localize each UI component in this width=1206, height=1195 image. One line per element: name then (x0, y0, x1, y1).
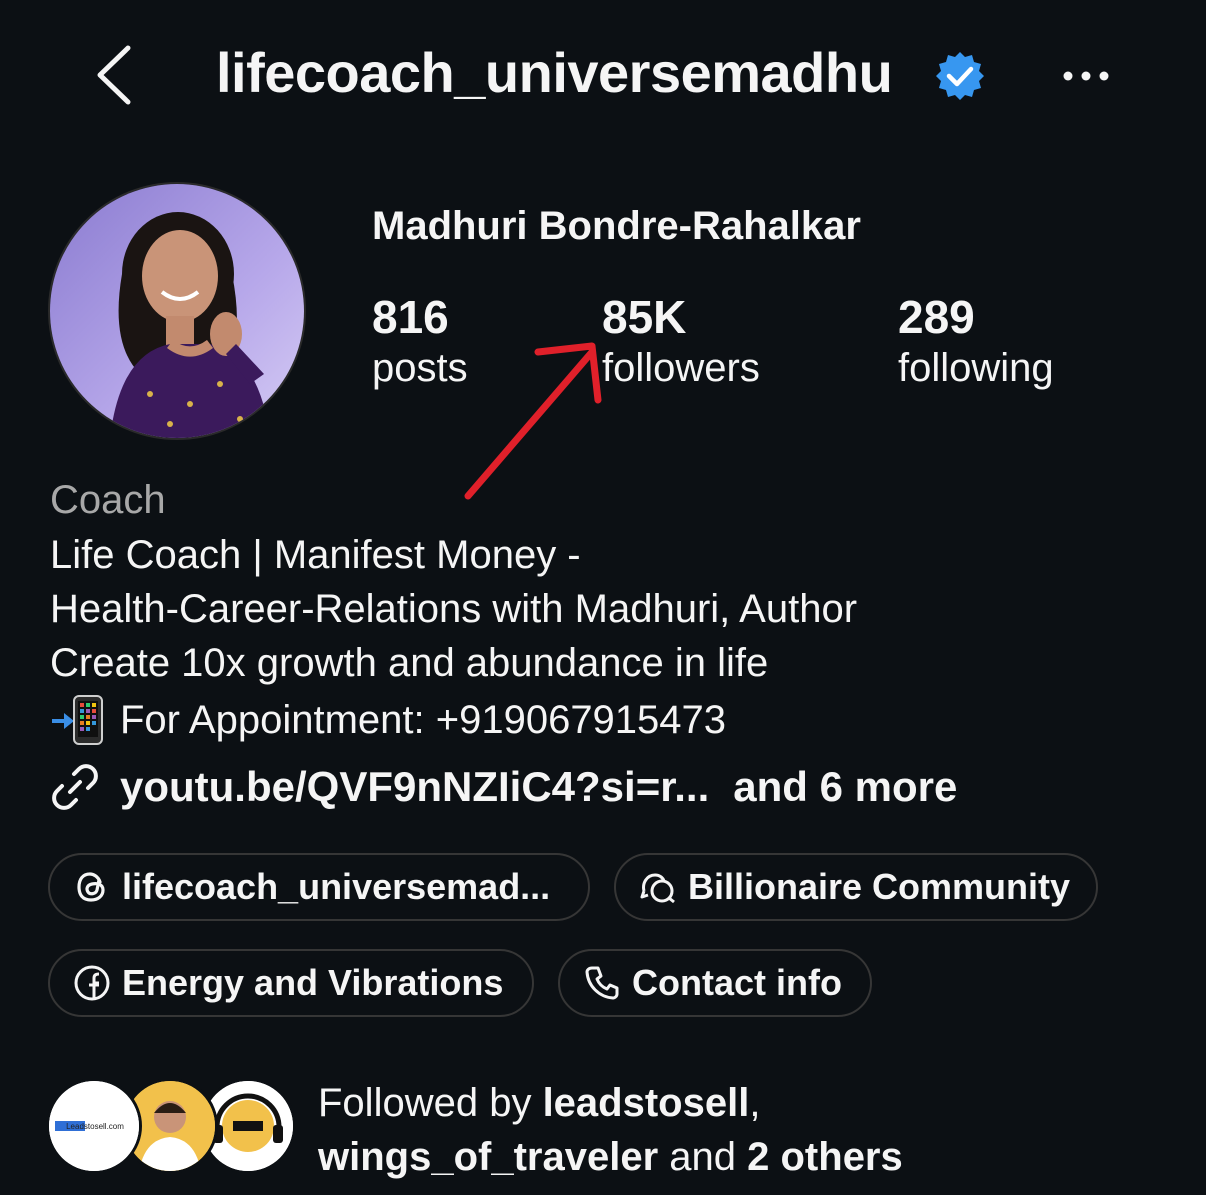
red-arrow-annotation-icon (464, 342, 602, 500)
verified-badge-icon (936, 52, 984, 100)
profile-link[interactable]: youtu.be/QVF9nNZIiC4?si=r... and 6 more (48, 760, 957, 814)
bio-line: Create 10x growth and abundance in life (50, 641, 769, 685)
facebook-icon (74, 965, 110, 1001)
facebook-chip[interactable]: Energy and Vibrations (48, 949, 534, 1017)
follower-name[interactable]: leadstosell (543, 1081, 750, 1125)
threads-chip-label: lifecoach_universemad... (122, 866, 551, 907)
follower-name[interactable]: wings_of_traveler (318, 1135, 658, 1179)
profile-avatar[interactable] (48, 182, 306, 440)
community-chat-icon (640, 873, 675, 904)
stat-posts-count: 816 (372, 291, 449, 343)
more-horizontal-icon[interactable] (1058, 58, 1114, 94)
bio-line: Life Coach | Manifest Money - (50, 533, 581, 577)
threads-icon (77, 872, 105, 902)
link-icon (52, 764, 98, 810)
appointment-text: For Appointment: +919067915473 (120, 697, 727, 742)
followed-by-separator: , (749, 1081, 761, 1125)
link-more[interactable]: and 6 more (733, 763, 957, 811)
leadstosell-logo-text: Leadstosell.com (66, 1122, 124, 1131)
contact-info-chip-label: Contact info (632, 962, 842, 1003)
profile-display-name: Madhuri Bondre-Rahalkar (372, 204, 861, 248)
threads-chip[interactable]: lifecoach_universemad... (48, 853, 590, 921)
followed-by-and: and (669, 1135, 737, 1179)
stat-following[interactable]: 289 following (898, 290, 1054, 391)
followed-by-others[interactable]: 2 others (747, 1135, 903, 1179)
chevron-left-icon[interactable] (92, 42, 136, 108)
mobile-phone-arrow-icon (52, 695, 103, 745)
stat-posts-label: posts (372, 346, 468, 390)
followed-by-text[interactable]: Followed by leadstosell, wings_of_travel… (318, 1076, 903, 1184)
stat-following-label: following (898, 346, 1054, 390)
link-url[interactable]: youtu.be/QVF9nNZIiC4?si=r... (120, 763, 709, 811)
bio-line-appointment: For Appointment: +919067915473 (50, 695, 726, 745)
follower-avatar[interactable]: Leadstosell.com (46, 1078, 142, 1174)
stat-posts[interactable]: 816 posts (372, 290, 468, 391)
phone-icon (585, 966, 619, 1000)
facebook-chip-label: Energy and Vibrations (122, 962, 504, 1003)
community-chip[interactable]: Billionaire Community (614, 853, 1098, 921)
profile-username: lifecoach_universemadhu (216, 41, 893, 104)
stat-following-count: 289 (898, 291, 975, 343)
community-chip-label: Billionaire Community (688, 866, 1071, 907)
contact-info-chip[interactable]: Contact info (558, 949, 872, 1017)
followed-by-prefix: Followed by (318, 1081, 532, 1125)
profile-category: Coach (50, 478, 166, 522)
bio-line: Health-Career-Relations with Madhuri, Au… (50, 587, 858, 631)
